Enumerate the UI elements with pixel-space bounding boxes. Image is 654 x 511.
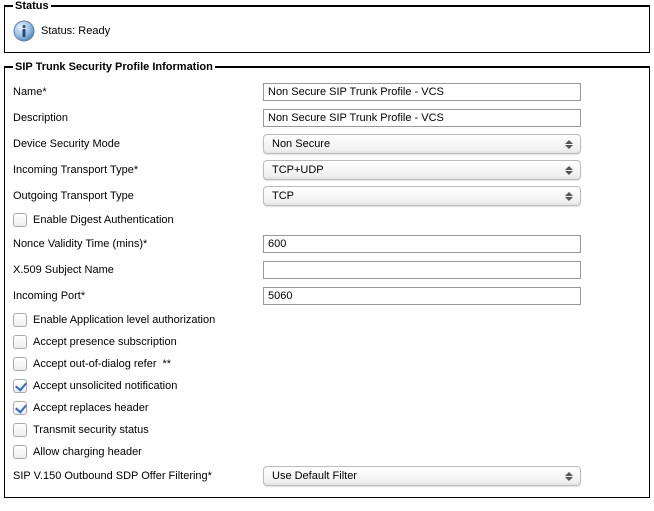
enable-digest-label: Enable Digest Authentication	[33, 214, 174, 226]
ood-refer-label: Accept out-of-dialog refer	[33, 358, 157, 370]
outgoing-transport-label: Outgoing Transport Type	[13, 190, 134, 202]
charging-checkbox[interactable]	[13, 445, 27, 459]
name-label: Name	[13, 86, 42, 98]
status-group: Status Status: Ready	[4, 0, 650, 53]
sdp-filter-value: Use Default Filter	[272, 470, 357, 482]
name-input[interactable]	[263, 83, 581, 101]
outgoing-transport-value: TCP	[272, 190, 294, 202]
replaces-label: Accept replaces header	[33, 402, 149, 414]
security-mode-label: Device Security Mode	[13, 138, 120, 150]
status-legend: Status	[13, 0, 51, 12]
nonce-label: Nonce Validity Time (mins)	[13, 238, 143, 250]
unsolicited-label: Accept unsolicited notification	[33, 380, 177, 392]
incoming-transport-value: TCP+UDP	[272, 164, 324, 176]
presence-checkbox[interactable]	[13, 335, 27, 349]
outgoing-transport-select[interactable]: TCP	[263, 186, 581, 206]
chevron-updown-icon	[562, 135, 576, 153]
sdp-filter-label: SIP V.150 Outbound SDP Offer Filtering	[13, 470, 208, 482]
profile-info-group: SIP Trunk Security Profile Information N…	[4, 61, 650, 498]
chevron-updown-icon	[562, 467, 576, 485]
info-icon	[13, 20, 35, 42]
nonce-input[interactable]	[263, 235, 581, 253]
incoming-transport-label: Incoming Transport Type	[13, 164, 134, 176]
sdp-filter-select[interactable]: Use Default Filter	[263, 466, 581, 486]
app-auth-label: Enable Application level authorization	[33, 314, 215, 326]
chevron-updown-icon	[562, 187, 576, 205]
profile-info-legend: SIP Trunk Security Profile Information	[13, 61, 215, 73]
incoming-transport-select[interactable]: TCP+UDP	[263, 160, 581, 180]
x509-input[interactable]	[263, 261, 581, 279]
app-auth-checkbox[interactable]	[13, 313, 27, 327]
incoming-port-input[interactable]	[263, 287, 581, 305]
description-input[interactable]	[263, 109, 581, 127]
enable-digest-checkbox[interactable]	[13, 213, 27, 227]
status-text: Status: Ready	[41, 25, 110, 37]
presence-label: Accept presence subscription	[33, 336, 177, 348]
replaces-checkbox[interactable]	[13, 401, 27, 415]
transmit-sec-label: Transmit security status	[33, 424, 149, 436]
chevron-updown-icon	[562, 161, 576, 179]
description-label: Description	[13, 112, 68, 124]
charging-label: Allow charging header	[33, 446, 142, 458]
x509-label: X.509 Subject Name	[13, 264, 114, 276]
security-mode-select[interactable]: Non Secure	[263, 134, 581, 154]
security-mode-value: Non Secure	[272, 138, 330, 150]
incoming-port-label: Incoming Port	[13, 290, 81, 302]
ood-refer-checkbox[interactable]	[13, 357, 27, 371]
transmit-sec-checkbox[interactable]	[13, 423, 27, 437]
unsolicited-checkbox[interactable]	[13, 379, 27, 393]
